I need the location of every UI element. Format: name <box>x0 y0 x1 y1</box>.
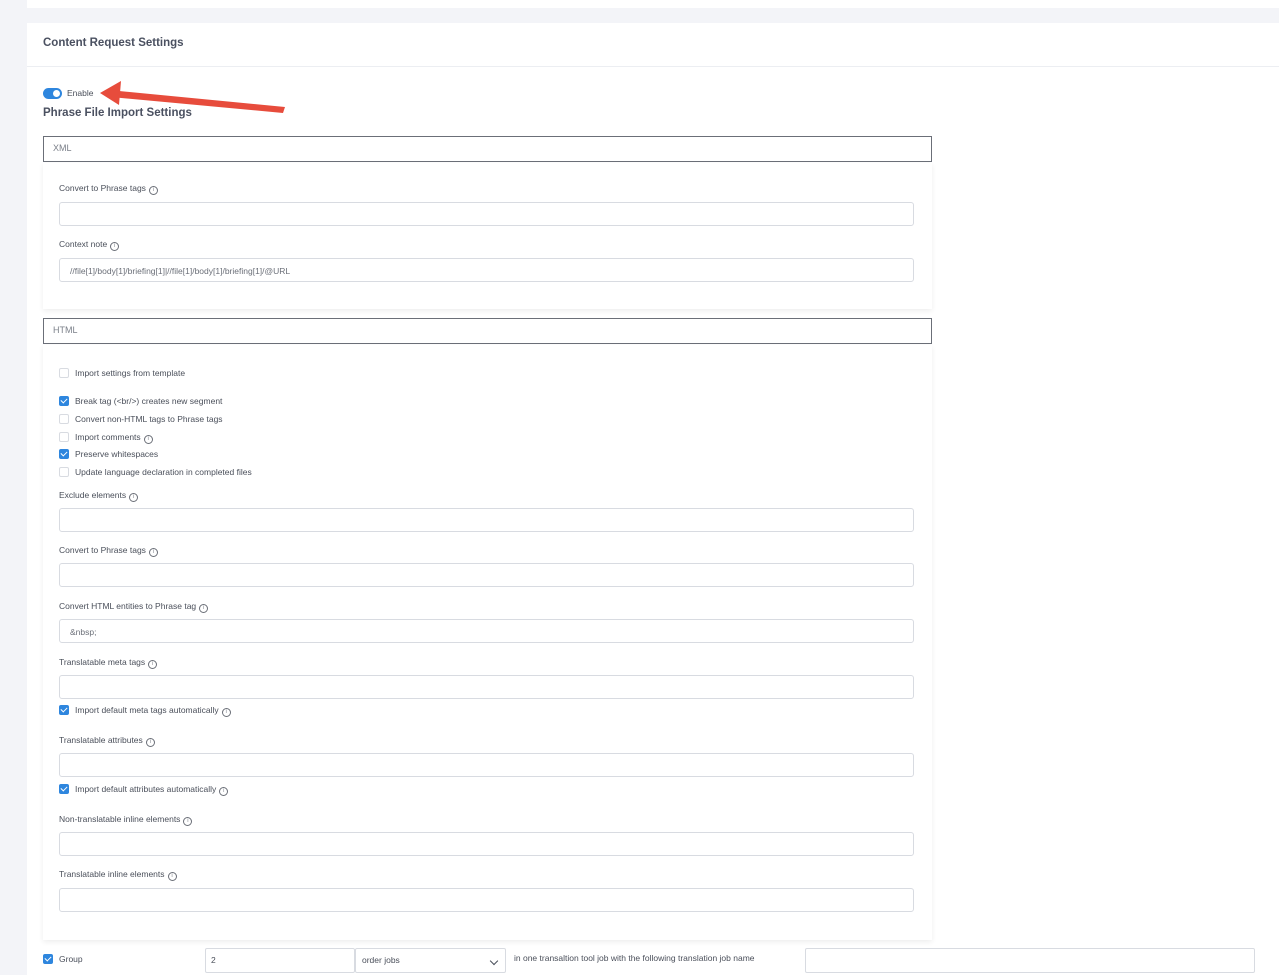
job-name-input[interactable] <box>805 948 1255 973</box>
convert-non-html-checkbox[interactable] <box>59 414 69 424</box>
preserve-whitespaces-label: Preserve whitespaces <box>75 449 159 459</box>
import-settings-title: Phrase File Import Settings <box>43 107 192 119</box>
html-label: HTML <box>53 325 78 335</box>
panel-header: Content Request Settings <box>27 23 1279 67</box>
import-attr-label: Import default attributes automatically i <box>75 784 229 796</box>
info-icon: i <box>199 604 209 613</box>
attributes-input[interactable] <box>59 753 914 777</box>
update-language-checkbox[interactable] <box>59 467 69 477</box>
exclude-elements-label: Exclude elements i <box>59 490 139 502</box>
info-icon: i <box>110 242 120 251</box>
xml-settings-panel <box>43 163 932 309</box>
top-strip <box>27 0 1279 8</box>
info-icon: i <box>148 548 158 557</box>
import-attr-checkbox[interactable] <box>59 784 69 794</box>
exclude-elements-input[interactable] <box>59 508 914 532</box>
entities-input[interactable]: &nbsp; <box>59 619 914 643</box>
content-request-settings-panel: Content Request Settings Enable Phrase F… <box>27 23 1279 975</box>
info-icon: i <box>167 872 177 881</box>
chevron-down-icon <box>489 956 499 966</box>
group-checkbox[interactable] <box>43 954 53 964</box>
info-icon: i <box>219 787 229 796</box>
meta-tags-input[interactable] <box>59 675 914 699</box>
html-convert-tags-label: Convert to Phrase tags i <box>59 545 158 557</box>
translatable-inline-label: Translatable inline elements i <box>59 869 177 881</box>
import-settings-template-checkbox[interactable] <box>59 368 69 378</box>
enable-toggle[interactable] <box>43 88 62 99</box>
entities-label: Convert HTML entities to Phrase tag i <box>59 601 209 613</box>
update-language-label: Update language declaration in completed… <box>75 467 252 477</box>
import-comments-checkbox[interactable] <box>59 432 69 442</box>
info-icon: i <box>221 708 231 717</box>
info-icon: i <box>183 817 193 826</box>
xml-format-bar[interactable]: XML <box>43 136 932 162</box>
import-meta-checkbox[interactable] <box>59 705 69 715</box>
html-format-bar[interactable]: HTML <box>43 318 932 344</box>
xml-convert-tags-label: Convert to Phrase tags i <box>59 183 158 195</box>
attributes-label: Translatable attributes i <box>59 735 155 747</box>
group-label: Group <box>59 954 83 964</box>
preserve-whitespaces-checkbox[interactable] <box>59 449 69 459</box>
info-icon: i <box>143 435 153 444</box>
translatable-inline-input[interactable] <box>59 888 914 912</box>
info-icon: i <box>145 738 155 747</box>
xml-context-note-input[interactable]: //file[1]/body[1]/briefing[1]|//file[1]/… <box>59 258 914 282</box>
meta-tags-label: Translatable meta tags i <box>59 657 158 669</box>
xml-context-note-label: Context note i <box>59 239 120 251</box>
non-translatable-input[interactable] <box>59 832 914 856</box>
xml-label: XML <box>53 143 72 153</box>
info-icon: i <box>148 186 158 195</box>
import-comments-label: Import comments i <box>75 432 153 444</box>
non-translatable-label: Non-translatable inline elements i <box>59 814 193 826</box>
import-meta-label: Import default meta tags automatically i <box>75 705 231 717</box>
info-icon: i <box>148 660 158 669</box>
left-rail <box>0 0 11 975</box>
enable-label: Enable <box>67 88 94 98</box>
import-settings-template-label: Import settings from template <box>75 368 186 378</box>
html-convert-tags-input[interactable] <box>59 563 914 587</box>
group-unit-value: order jobs <box>362 955 400 965</box>
toggle-knob <box>53 90 60 97</box>
panel-title: Content Request Settings <box>43 37 184 49</box>
xml-convert-tags-input[interactable] <box>59 202 914 226</box>
info-icon: i <box>129 493 139 502</box>
break-tag-checkbox[interactable] <box>59 396 69 406</box>
group-description: in one transaltion tool job with the fol… <box>514 953 755 963</box>
group-count-input[interactable]: 2 <box>205 948 355 973</box>
group-unit-select[interactable]: order jobs <box>355 948 506 973</box>
break-tag-label: Break tag (<br/>) creates new segment <box>75 396 223 406</box>
arrow-head <box>100 81 121 105</box>
convert-non-html-label: Convert non-HTML tags to Phrase tags <box>75 414 223 424</box>
